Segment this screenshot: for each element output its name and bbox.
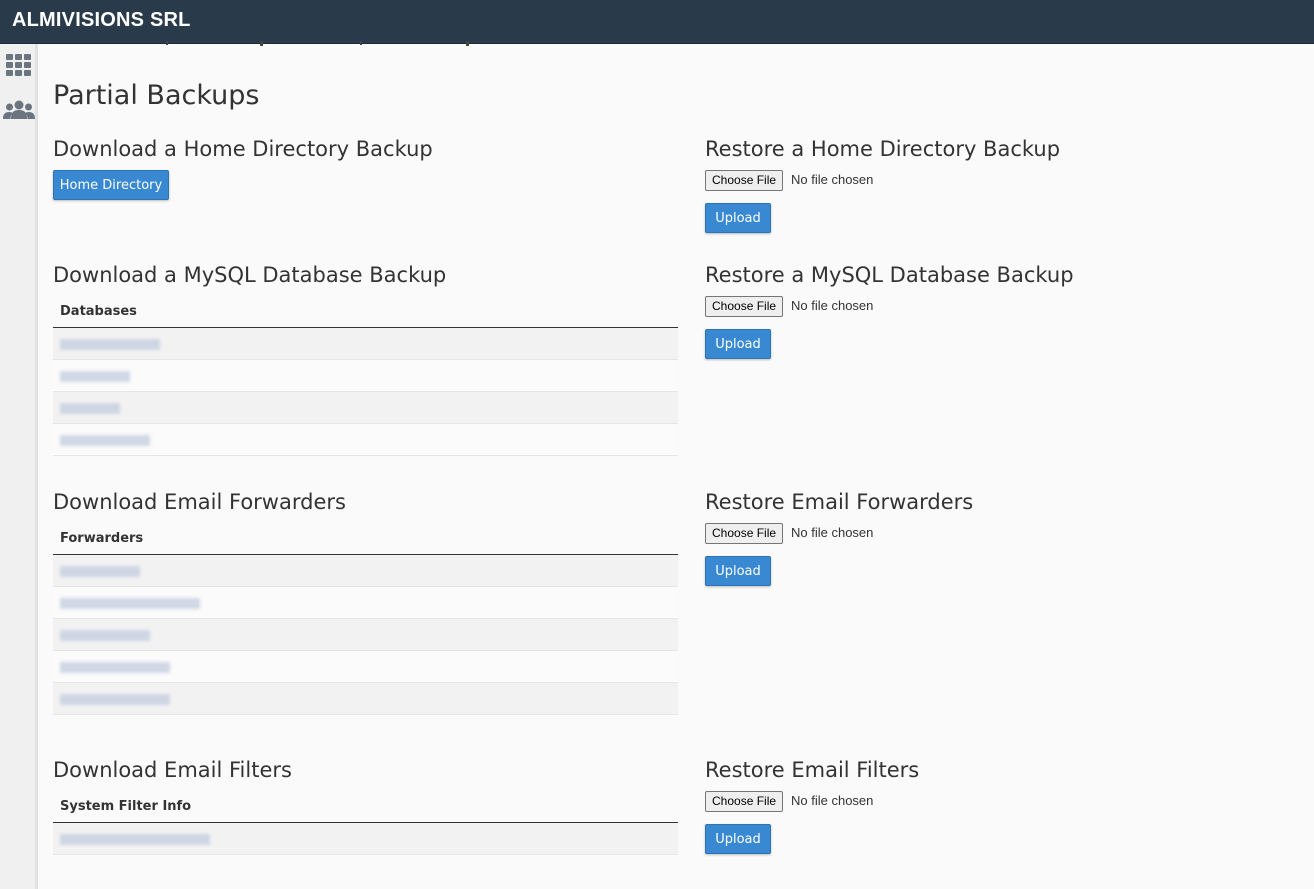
- redacted-text: [60, 598, 200, 609]
- redacted-text: [60, 371, 130, 382]
- table-row[interactable]: [53, 360, 678, 392]
- table-row[interactable]: [53, 823, 678, 855]
- home-choose-file-button[interactable]: Choose File: [705, 170, 784, 191]
- restore-forwarders-title: Restore Email Forwarders: [705, 490, 974, 514]
- redacted-text: [60, 566, 140, 577]
- filters-file-status: No file chosen: [791, 793, 874, 808]
- table-row[interactable]: [53, 328, 678, 360]
- table-row[interactable]: [53, 392, 678, 424]
- restore-home-title: Restore a Home Directory Backup: [705, 137, 1061, 161]
- home-file-status: No file chosen: [791, 172, 874, 187]
- download-filters-title: Download Email Filters: [53, 758, 292, 782]
- forwarders-table-header: Forwarders: [53, 521, 678, 555]
- brand-name[interactable]: ALMIVISIONS SRL: [12, 9, 191, 32]
- sidebar: [0, 44, 38, 889]
- databases-table: Databases: [53, 294, 678, 456]
- filters-choose-file-button[interactable]: Choose File: [705, 791, 784, 812]
- restore-mysql-title: Restore a MySQL Database Backup: [705, 263, 1074, 287]
- redacted-text: [60, 834, 210, 845]
- forwarders-upload-button[interactable]: Upload: [705, 556, 771, 586]
- download-mysql-title: Download a MySQL Database Backup: [53, 263, 447, 287]
- mysql-choose-file-button[interactable]: Choose File: [705, 296, 784, 317]
- download-forwarders-title: Download Email Forwarders: [53, 490, 346, 514]
- download-home-title: Download a Home Directory Backup: [53, 137, 433, 161]
- grid-icon[interactable]: [0, 54, 38, 78]
- redacted-text: [60, 662, 170, 673]
- table-row[interactable]: [53, 424, 678, 456]
- table-row[interactable]: [53, 651, 678, 683]
- users-icon[interactable]: [0, 100, 38, 120]
- home-directory-button[interactable]: Home Directory: [53, 170, 169, 200]
- forwarders-file-status: No file chosen: [791, 525, 874, 540]
- redacted-text: [60, 694, 170, 705]
- filters-table-header: System Filter Info: [53, 789, 678, 823]
- filters-table: System Filter Info: [53, 789, 678, 855]
- restore-filters-title: Restore Email Filters: [705, 758, 920, 782]
- redacted-text: [60, 630, 150, 641]
- table-row[interactable]: [53, 619, 678, 651]
- scrolled-text-fragment: [160, 36, 480, 46]
- databases-table-header: Databases: [53, 294, 678, 328]
- redacted-text: [60, 339, 160, 350]
- table-row[interactable]: [53, 587, 678, 619]
- home-upload-button[interactable]: Upload: [705, 203, 771, 233]
- redacted-text: [60, 403, 120, 414]
- filters-upload-button[interactable]: Upload: [705, 824, 771, 854]
- mysql-upload-button[interactable]: Upload: [705, 329, 771, 359]
- redacted-text: [60, 435, 150, 446]
- table-row[interactable]: [53, 555, 678, 587]
- mysql-file-status: No file chosen: [791, 298, 874, 313]
- page-title: Partial Backups: [53, 80, 260, 111]
- table-row[interactable]: [53, 683, 678, 715]
- forwarders-table: Forwarders: [53, 521, 678, 715]
- forwarders-choose-file-button[interactable]: Choose File: [705, 523, 784, 544]
